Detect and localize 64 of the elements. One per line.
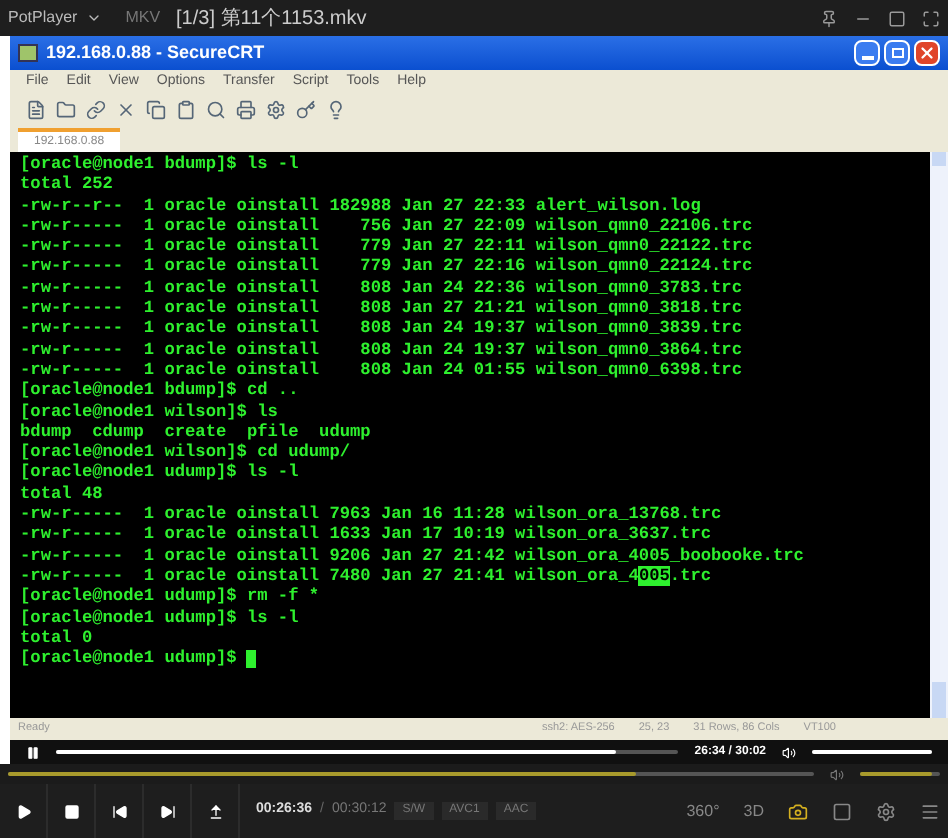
pause-icon[interactable] — [26, 745, 40, 759]
caret-icon[interactable] — [85, 10, 102, 26]
previous-icon[interactable] — [111, 803, 127, 819]
search-icon[interactable] — [206, 100, 226, 120]
settings-icon[interactable] — [266, 100, 286, 120]
terminal-line: -rw-r----- 1 oracle oinstall 1633 Jan 17 10:19 wilson_ora_3637.trc — [20, 524, 714, 546]
camera-icon[interactable] — [788, 801, 808, 821]
clipboard-icon[interactable] — [176, 100, 196, 120]
link-icon[interactable] — [86, 100, 106, 120]
maximize-icon[interactable] — [888, 9, 906, 27]
terminal-line: -rw-r----- 1 oracle oinstall 808 Jan 24 19:37 wilson_qmn0_3864.trc — [20, 339, 744, 360]
terminal-line: [oracle@node1 udump]$ — [20, 648, 239, 669]
minimize-button[interactable] — [854, 40, 880, 66]
terminal-line: -rw-r----- 1 oracle oinstall 808 Jan 24 19:37 wilson_qmn0_3839.trc — [20, 318, 744, 340]
terminal-line: [oracle@node1 bdump]$ cd .. — [20, 380, 301, 402]
close-icon[interactable] — [116, 100, 136, 120]
mode-button[interactable]: 3D — [743, 799, 764, 823]
terminal-line: -rw-r----- 1 oracle oinstall 808 Jan 24 01:55 wilson_qmn0_6398.trc — [20, 359, 744, 381]
terminal-line: total 252 — [20, 174, 115, 196]
terminal-line: total 0 — [20, 627, 95, 649]
terminal-line: [oracle@node1 udump]$ ls -l — [20, 462, 301, 484]
fullscreen-icon[interactable] — [922, 9, 940, 27]
settings-icon[interactable] — [876, 801, 896, 821]
window-icon[interactable] — [832, 801, 852, 821]
key-icon[interactable] — [296, 100, 316, 120]
terminal-line: [oracle@node1 wilson]$ ls — [20, 401, 280, 422]
cursor — [246, 649, 257, 668]
terminal-line: -rw-r----- 1 oracle oinstall 779 Jan 27 22:16 wilson_qmn0_22124.trc — [20, 256, 755, 278]
next-icon[interactable] — [159, 803, 175, 819]
mode-button[interactable]: 360° — [686, 799, 720, 823]
format-label: MKV — [125, 6, 161, 30]
terminal-line: bdump cdump create pfile udump — [20, 421, 373, 443]
terminal-line: -rw-r----- 1 oracle oinstall 808 Jan 27 21:21 wilson_qmn0_3818.trc — [20, 298, 744, 319]
close-button[interactable] — [914, 40, 940, 66]
pin-icon[interactable] — [820, 9, 838, 27]
document-icon[interactable] — [26, 100, 46, 120]
terminal-line: -rw-r----- 1 oracle oinstall 7480 Jan 27 21:41 wilson_ora_4005.trc — [20, 565, 714, 587]
scrollbar[interactable] — [930, 152, 948, 718]
menu-icon[interactable] — [920, 801, 940, 821]
terminal-line: -rw-r----- 1 oracle oinstall 808 Jan 24 22:36 wilson_qmn0_3783.trc — [20, 277, 744, 299]
terminal-line: -rw-r----- 1 oracle oinstall 9206 Jan 27 21:42 wilson_ora_4005_boobooke.trc — [20, 545, 806, 566]
terminal-line: [oracle@node1 wilson]$ cd udump/ — [20, 442, 353, 463]
app-name[interactable]: PotPlayer — [8, 6, 78, 30]
printer-icon[interactable] — [236, 100, 256, 120]
copy-icon[interactable] — [146, 100, 166, 120]
volume-icon[interactable] — [782, 745, 796, 759]
eject-icon[interactable] — [207, 803, 223, 819]
stop-icon[interactable] — [63, 803, 79, 819]
window-title: 192.168.0.88 - SecureCRT — [46, 39, 265, 66]
play-icon[interactable] — [15, 803, 31, 819]
close-icon — [918, 44, 936, 62]
folder-icon[interactable] — [56, 100, 76, 120]
terminal-line: -rw-r----- 1 oracle oinstall 7963 Jan 16 11:28 wilson_ora_13768.trc — [20, 504, 724, 525]
app-icon — [18, 44, 38, 62]
terminal-line: -rw-r----- 1 oracle oinstall 779 Jan 27 22:11 wilson_qmn0_22122.trc — [20, 236, 755, 257]
terminal-line: [oracle@node1 udump]$ ls -l — [20, 607, 301, 628]
terminal-line: total 48 — [20, 483, 105, 505]
file-title: [1/3] 第11个1153.mkv — [176, 5, 367, 33]
terminal-line: [oracle@node1 bdump]$ ls -l — [20, 154, 301, 175]
terminal-line: -rw-r----- 1 oracle oinstall 756 Jan 27 22:09 wilson_qmn0_22106.trc — [20, 215, 755, 237]
terminal-line: [oracle@node1 udump]$ rm -f * — [20, 586, 322, 608]
restore-button[interactable] — [884, 40, 910, 66]
terminal-line: -rw-r--r-- 1 oracle oinstall 182988 Jan 27 22:33 alert_wilson.log — [20, 195, 703, 216]
lightbulb-icon[interactable] — [326, 100, 346, 120]
